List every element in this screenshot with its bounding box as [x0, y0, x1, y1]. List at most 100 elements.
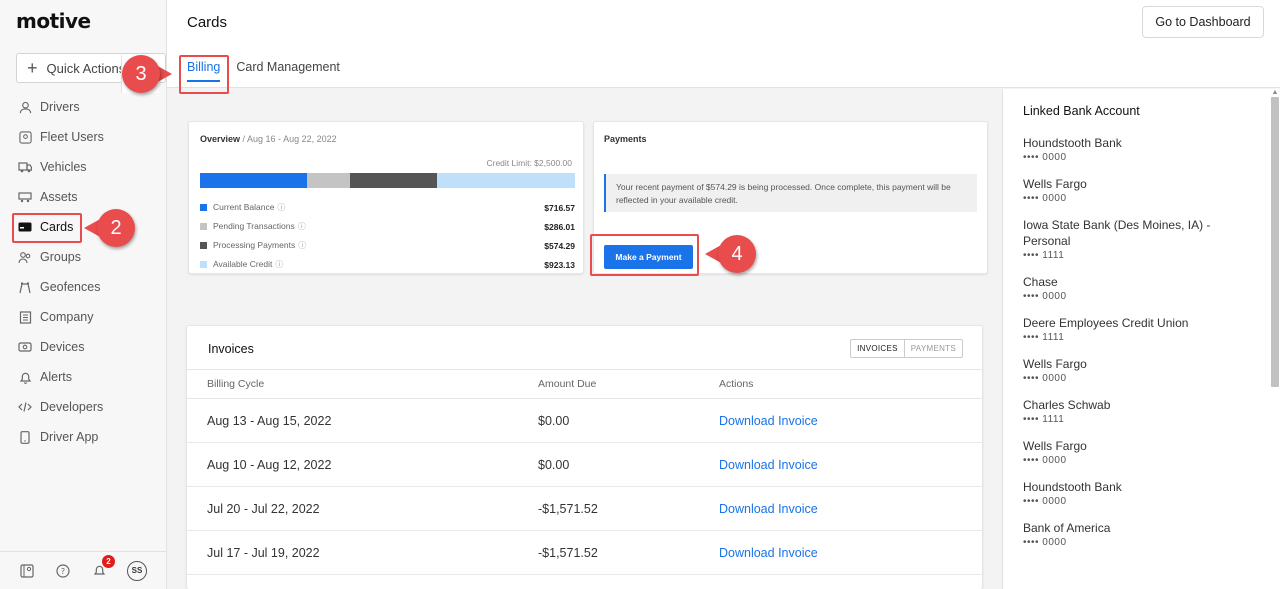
- info-icon[interactable]: ⓘ: [277, 203, 285, 212]
- go-to-dashboard-button[interactable]: Go to Dashboard: [1142, 6, 1264, 38]
- list-item[interactable]: Wells Fargo •••• 0000: [1023, 176, 1253, 204]
- legend-current-balance: Current Balance ⓘ $716.57: [200, 198, 575, 217]
- sidebar-item-devices[interactable]: Devices: [0, 332, 166, 362]
- legend-swatch: [200, 204, 207, 211]
- billing-cycle: Aug 13 - Aug 15, 2022: [207, 413, 332, 428]
- table-header: Billing Cycle Amount Due Actions: [187, 369, 982, 399]
- sidebar-item-company[interactable]: Company: [0, 302, 166, 332]
- page-title: Cards: [187, 14, 228, 31]
- list-item[interactable]: Houndstooth Bank •••• 0000: [1023, 479, 1253, 507]
- svg-text:?: ?: [61, 567, 65, 576]
- amount-due: -$1,571.52: [538, 545, 598, 560]
- column-amount-due: Amount Due: [538, 378, 597, 390]
- avatar[interactable]: SS: [127, 560, 147, 581]
- download-invoice-link[interactable]: Download Invoice: [719, 502, 818, 516]
- credit-bar-segment: [200, 173, 308, 188]
- legend-amount: $716.57: [544, 202, 575, 213]
- list-item[interactable]: Charles Schwab •••• 1111: [1023, 397, 1253, 425]
- cards-highlight: [12, 213, 82, 243]
- invoices-payments-toggle: INVOICES PAYMENTS: [850, 339, 963, 358]
- sidebar-item-developers[interactable]: Developers: [0, 392, 166, 422]
- sidebar-item-label: Groups: [40, 250, 81, 264]
- invoices-title: Invoices: [208, 342, 254, 356]
- group-icon: [18, 250, 32, 264]
- overview-title: Overview / Aug 16 - Aug 22, 2022: [200, 134, 337, 144]
- list-item[interactable]: Wells Fargo •••• 0000: [1023, 356, 1253, 384]
- amount-due: $0.00: [538, 413, 570, 428]
- list-item[interactable]: Chase •••• 0000: [1023, 274, 1253, 302]
- sidebar-item-label: Company: [40, 310, 94, 324]
- step-callout-3: 3: [121, 55, 172, 93]
- sidebar-item-fleet-users[interactable]: Fleet Users: [0, 122, 166, 152]
- linked-bank-panel: Linked Bank Account Houndstooth Bank ••••…: [1002, 89, 1280, 589]
- sidebar-item-label: Vehicles: [40, 160, 87, 174]
- amount-due: -$1,571.52: [538, 501, 598, 516]
- column-actions: Actions: [719, 378, 754, 390]
- list-item[interactable]: Iowa State Bank (Des Moines, IA) - Perso…: [1023, 217, 1253, 261]
- table-row: Jul 17 - Jul 19, 2022 -$1,571.52 Downloa…: [187, 531, 982, 575]
- step-callout-4: 4: [705, 235, 756, 273]
- info-icon[interactable]: ⓘ: [275, 260, 283, 269]
- help-icon[interactable]: ?: [55, 563, 71, 579]
- sidebar-item-label: Devices: [40, 340, 85, 354]
- toggle-payments[interactable]: PAYMENTS: [905, 340, 962, 357]
- sidebar-footer: ? 2 SS: [0, 551, 166, 589]
- credit-bar-segment: [350, 173, 437, 188]
- notification-bell-icon[interactable]: 2: [91, 554, 115, 579]
- motive-logo[interactable]: motive: [16, 9, 91, 33]
- sidebar-item-vehicles[interactable]: Vehicles: [0, 152, 166, 182]
- sidebar-item-label: Developers: [40, 400, 104, 414]
- sidebar-item-drivers[interactable]: Drivers: [0, 92, 166, 122]
- tab-card-management[interactable]: Card Management: [236, 60, 340, 82]
- list-item[interactable]: Houndstooth Bank •••• 0000: [1023, 135, 1253, 163]
- bell-icon: [18, 370, 32, 384]
- overview-card: Overview / Aug 16 - Aug 22, 2022 Credit …: [188, 121, 584, 274]
- sidebar-item-groups[interactable]: Groups: [0, 242, 166, 272]
- scroll-up-arrow-icon[interactable]: ▲: [1271, 89, 1279, 97]
- credit-usage-bar: [200, 173, 575, 188]
- list-item[interactable]: Wells Fargo •••• 0000: [1023, 438, 1253, 466]
- sidebar-item-label: Assets: [40, 190, 78, 204]
- sidebar-item-driver-app[interactable]: Driver App: [0, 422, 166, 452]
- legend-amount: $923.13: [544, 259, 575, 270]
- legend-amount: $574.29: [544, 240, 575, 251]
- info-icon[interactable]: ⓘ: [298, 241, 306, 250]
- linked-bank-title: Linked Bank Account: [1023, 104, 1140, 118]
- map-icon[interactable]: [19, 563, 35, 579]
- building-icon: [18, 310, 32, 324]
- legend-amount: $286.01: [544, 221, 575, 232]
- sidebar-item-assets[interactable]: Assets: [0, 182, 166, 212]
- quick-actions-label: Quick Actions: [46, 60, 126, 76]
- billing-cycle: Jul 20 - Jul 22, 2022: [207, 501, 320, 516]
- list-item[interactable]: Bank of America •••• 0000: [1023, 520, 1253, 548]
- list-item[interactable]: Deere Employees Credit Union •••• 1111: [1023, 315, 1253, 343]
- sidebar-item-label: Alerts: [40, 370, 72, 384]
- plus-icon: +: [27, 58, 38, 78]
- download-invoice-link[interactable]: Download Invoice: [719, 546, 818, 560]
- user-square-icon: [18, 130, 32, 144]
- make-payment-highlight: [590, 234, 699, 276]
- code-icon: [18, 400, 32, 414]
- invoices-card: Invoices INVOICES PAYMENTS Billing Cycle…: [186, 325, 983, 589]
- sidebar-item-label: Driver App: [40, 430, 99, 444]
- sidebar-item-label: Geofences: [40, 280, 101, 294]
- legend-swatch: [200, 223, 207, 230]
- page-header: Cards Go to Dashboard Billing Card Manag…: [167, 0, 1280, 88]
- table-row: Jul 20 - Jul 22, 2022 -$1,571.52 Downloa…: [187, 487, 982, 531]
- scrollbar[interactable]: [1271, 97, 1279, 387]
- table-row: Aug 10 - Aug 12, 2022 $0.00 Download Inv…: [187, 443, 982, 487]
- sidebar-item-geofences[interactable]: Geofences: [0, 272, 166, 302]
- truck-icon: [18, 160, 32, 174]
- legend-swatch: [200, 261, 207, 268]
- download-invoice-link[interactable]: Download Invoice: [719, 414, 818, 428]
- credit-bar-segment: [436, 173, 575, 188]
- legend-available-credit: Available Credit ⓘ $923.13: [200, 255, 575, 274]
- amount-due: $0.00: [538, 457, 570, 472]
- sidebar-item-label: Drivers: [40, 100, 80, 114]
- billing-tab-highlight: [179, 55, 229, 94]
- toggle-invoices[interactable]: INVOICES: [851, 340, 905, 357]
- sidebar-item-alerts[interactable]: Alerts: [0, 362, 166, 392]
- info-icon[interactable]: ⓘ: [298, 222, 306, 231]
- download-invoice-link[interactable]: Download Invoice: [719, 458, 818, 472]
- step-callout-2: 2: [84, 209, 135, 247]
